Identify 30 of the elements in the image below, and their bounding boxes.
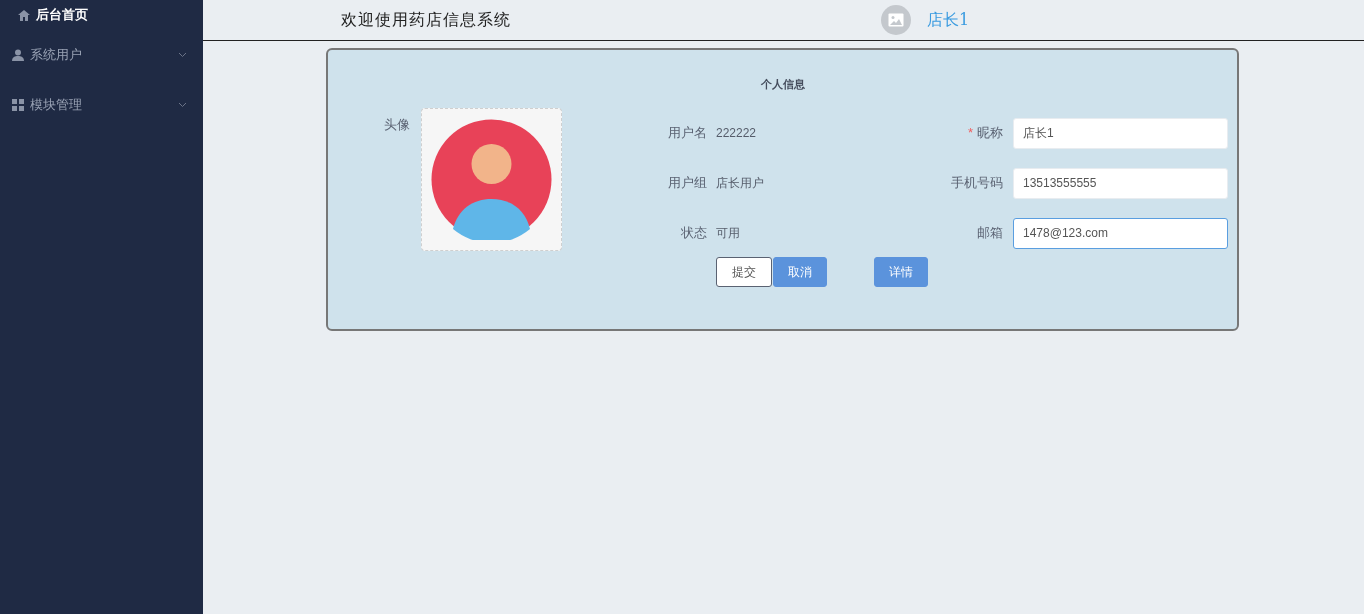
sidebar-item-label: 系统用户 xyxy=(30,46,83,64)
field-label: 头像 xyxy=(383,116,410,134)
chevron-down-icon xyxy=(178,102,187,108)
field-label: 邮箱 xyxy=(977,225,1003,240)
input-field[interactable]: 店长1 xyxy=(1013,117,1228,149)
input-field[interactable]: 13513555555 xyxy=(1013,167,1228,199)
chevron-down-icon xyxy=(178,52,187,58)
grid-icon xyxy=(12,99,24,111)
sidebar-item-label: 模块管理 xyxy=(30,96,83,114)
field-value: 222222 xyxy=(716,126,758,140)
field-label: 昵称 xyxy=(977,125,1003,140)
field-label: 用户名 xyxy=(667,124,707,142)
sidebar-item-label: 后台首页 xyxy=(36,6,89,24)
field-label: 手机号码 xyxy=(951,175,1003,190)
sidebar-item[interactable]: 系统用户 xyxy=(0,30,203,80)
home-icon xyxy=(18,9,30,21)
app-title: 欢迎使用药店信息系统 xyxy=(341,9,511,31)
field-value: 可用 xyxy=(716,224,741,242)
sidebar-item[interactable]: 模块管理 xyxy=(0,80,203,130)
card-title: 个人信息 xyxy=(759,77,806,91)
sidebar-item[interactable]: 后台首页 xyxy=(0,0,203,30)
input-field[interactable]: 1478@123.com xyxy=(1013,217,1228,249)
field-value: 店长用户 xyxy=(716,174,765,192)
image-icon xyxy=(888,13,904,27)
avatar-upload[interactable] xyxy=(421,108,562,251)
submit-button[interactable]: 提交 xyxy=(716,257,772,287)
user-icon xyxy=(12,49,24,61)
required-mark: * xyxy=(967,125,973,140)
field-label: 用户组 xyxy=(667,174,707,192)
field-label: 状态 xyxy=(680,224,707,242)
